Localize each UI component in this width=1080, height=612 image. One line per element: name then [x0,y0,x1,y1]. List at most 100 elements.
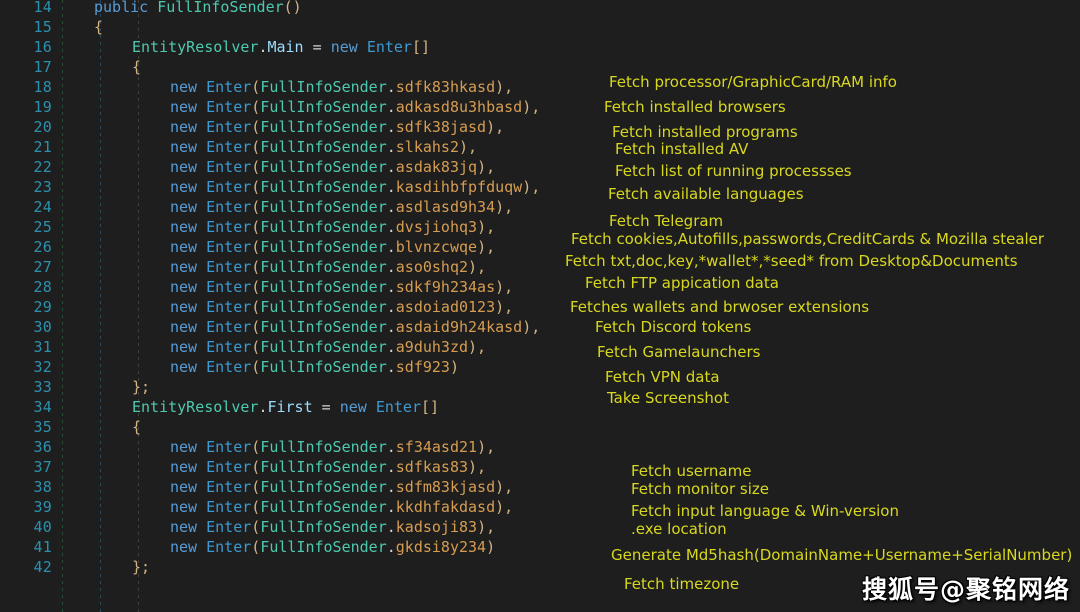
code-token-kw: new [170,298,207,316]
annotation-label: Fetch Telegram [609,212,724,230]
annotation-label: Fetch Gamelaunchers [597,343,761,361]
code-token-kw: new [339,398,376,416]
code-token-pun: ), [495,278,514,296]
code-token-pun: ), [486,118,505,136]
code-token-pun: ( [251,318,261,336]
code-line[interactable]: new Enter(FullInfoSender.adkasd8u3hbasd)… [170,97,540,117]
code-token-typ: FullInfoSender [260,318,387,336]
code-token-kw: new [170,338,207,356]
code-line[interactable]: { [94,17,103,37]
code-token-pun: ) [486,538,496,556]
code-line[interactable]: new Enter(FullInfoSender.asdoiad0123), [170,297,513,317]
code-line[interactable]: EntityResolver.First = new Enter[] [132,397,439,417]
code-line[interactable]: new Enter(FullInfoSender.sdf923) [170,357,459,377]
code-token-fld: asdak83jq [395,158,478,176]
code-line[interactable]: }; [132,377,150,397]
code-token-kw: new [170,538,207,556]
code-token-plain: . [386,98,396,116]
code-line[interactable]: new Enter(FullInfoSender.dvsjiohq3), [170,217,495,237]
code-token-fld: kadsoji83 [395,518,478,536]
code-token-kw: new [330,38,367,56]
code-line[interactable]: new Enter(FullInfoSender.asdlasd9h34), [170,197,513,217]
code-token-fld: slkahs2 [395,138,459,156]
code-line[interactable]: EntityResolver.Main = new Enter[] [132,37,430,57]
code-token-pun: ( [251,438,261,456]
annotation-label: Fetch available languages [608,185,804,203]
code-line[interactable]: new Enter(FullInfoSender.a9duh3zd), [170,337,486,357]
code-token-typ: FullInfoSender [260,118,387,136]
code-token-fld: aso0shq2 [395,258,469,276]
code-line[interactable]: new Enter(FullInfoSender.blvnzcwqe), [170,237,495,257]
code-line[interactable]: }; [132,557,150,577]
code-token-cls: Enter [206,118,252,136]
code-line[interactable]: { [132,417,141,437]
code-token-typ: FullInfoSender [260,438,387,456]
code-line[interactable]: new Enter(FullInfoSender.kadsoji83), [170,517,495,537]
code-token-typ: FullInfoSender [260,478,387,496]
code-content[interactable]: public FullInfoSender(){EntityResolver.M… [0,0,1080,612]
code-token-pun: ( [251,238,261,256]
code-token-typ: FullInfoSender [260,298,387,316]
code-token-typ: FullInfoSender [260,338,387,356]
code-token-cls: Enter [206,158,252,176]
code-line[interactable]: new Enter(FullInfoSender.aso0shq2), [170,257,486,277]
code-token-cls: Enter [206,138,252,156]
code-token-cls: Enter [206,458,252,476]
code-token-pun: ( [251,138,261,156]
annotation-label: Fetch processor/GraphicCard/RAM info [609,73,897,91]
code-token-kw: new [170,78,207,96]
code-token-typ: FullInfoSender [260,498,387,516]
code-token-fld: sf34asd21 [395,438,478,456]
code-line[interactable]: new Enter(FullInfoSender.asdak83jq), [170,157,495,177]
code-token-pun: { [132,58,142,76]
code-token-cls: Enter [206,178,252,196]
code-token-plain: . [386,498,396,516]
code-token-cls: Enter [366,38,412,56]
code-line[interactable]: new Enter(FullInfoSender.sdfkas83), [170,457,486,477]
code-token-kw: new [170,178,207,196]
code-token-kw: new [170,498,207,516]
code-token-mem: First [267,398,313,416]
code-line[interactable]: new Enter(FullInfoSender.kkdhfakdasd), [170,497,513,517]
code-token-typ: EntityResolver [132,398,259,416]
code-token-pun: ), [477,218,496,236]
code-token-cls: Enter [206,338,252,356]
code-token-typ: FullInfoSender [260,98,387,116]
code-line[interactable]: new Enter(FullInfoSender.slkahs2), [170,137,477,157]
code-token-fld: kkdhfakdasd [395,498,496,516]
code-line[interactable]: new Enter(FullInfoSender.asdaid9h24kasd)… [170,317,540,337]
code-line[interactable]: public FullInfoSender() [94,0,302,17]
code-token-plain: . [386,238,396,256]
code-token-plain: . [386,258,396,276]
code-line[interactable]: { [132,57,141,77]
watermark: 搜狐号@聚铭网络 [861,575,1070,604]
annotation-label: Fetches wallets and brwoser extensions [570,298,870,316]
code-line[interactable]: new Enter(FullInfoSender.sdfk83hkasd), [170,77,513,97]
code-token-pun: ), [495,198,514,216]
code-token-plain: . [386,178,396,196]
annotation-label: Take Screenshot [607,389,729,407]
code-token-kw: new [170,438,207,456]
code-token-typ: FullInfoSender [260,278,387,296]
code-token-fld: sdfkas83 [395,458,469,476]
code-token-fld: blvnzcwqe [395,238,478,256]
code-token-fld: asdlasd9h34 [395,198,496,216]
code-token-plain: . [386,158,396,176]
code-line[interactable]: new Enter(FullInfoSender.sdkf9h234as), [170,277,513,297]
code-token-fld: sdf923 [395,358,450,376]
code-token-kw: new [170,118,207,136]
code-token-typ: FullInfoSender [260,358,387,376]
code-line[interactable]: new Enter(FullInfoSender.sdfm83kjasd), [170,477,513,497]
code-line[interactable]: new Enter(FullInfoSender.gkdsi8y234) [170,537,495,557]
code-token-plain: = [303,38,331,56]
code-token-cls: Enter [206,438,252,456]
code-token-typ: FullInfoSender [260,158,387,176]
code-token-plain: . [386,118,396,136]
code-line[interactable]: new Enter(FullInfoSender.kasdihbfpfduqw)… [170,177,540,197]
code-token-plain: . [386,358,396,376]
code-token-kw: new [170,478,207,496]
code-line[interactable]: new Enter(FullInfoSender.sdfk38jasd), [170,117,504,137]
code-token-typ: FullInfoSender [260,458,387,476]
code-line[interactable]: new Enter(FullInfoSender.sf34asd21), [170,437,495,457]
code-editor-screenshot: 14 15 16 17 18 19 20 21 22 23 24 25 26 27 28 29 30 31 32 33… [0,0,1080,612]
